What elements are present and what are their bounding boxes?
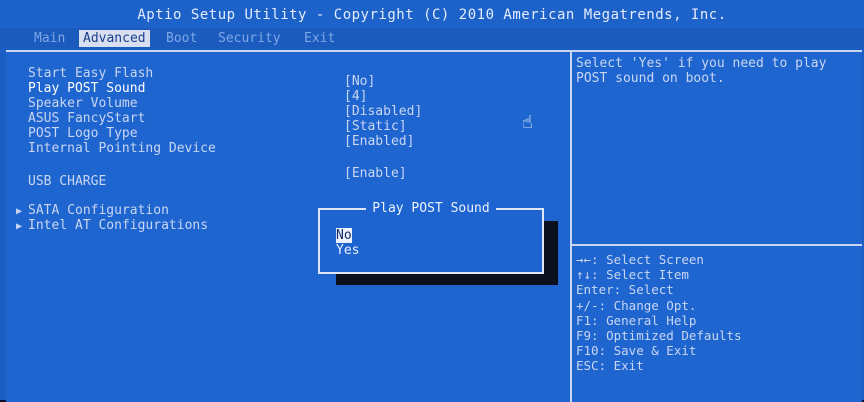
tab-main[interactable]: Main	[30, 30, 69, 47]
play-post-sound-dialog: Play POST Sound No Yes	[318, 201, 544, 274]
key-help-item: F9: Optimized Defaults	[576, 328, 742, 344]
tab-advanced[interactable]: Advanced	[79, 30, 150, 47]
tab-exit[interactable]: Exit	[300, 30, 339, 47]
submenu-intel-at-configurations[interactable]: ▶ Intel AT Configurations	[16, 218, 208, 233]
setting-label: POST Logo Type	[28, 126, 138, 141]
tab-security[interactable]: Security	[214, 30, 285, 47]
key-help-item: ESC: Exit	[576, 358, 644, 374]
key-help-item: →←: Select Screen	[576, 252, 704, 267]
dialog-title: Play POST Sound	[366, 201, 496, 216]
triangle-right-icon: ▶	[16, 221, 23, 232]
tab-boot[interactable]: Boot	[162, 30, 201, 47]
value-post-logo-type[interactable]: [Static]	[344, 119, 407, 134]
value-usb-charge[interactable]: [Enable]	[344, 166, 407, 181]
setting-start-easy-flash[interactable]: Start Easy Flash	[28, 66, 153, 81]
value-play-post-sound[interactable]: [No]	[344, 74, 375, 89]
key-help-list: →←: Select Screen ↑↓: Select Item Enter:…	[576, 252, 856, 374]
submenu-label: Intel AT Configurations	[28, 218, 209, 233]
option-no[interactable]: No	[336, 228, 352, 243]
key-help-item: F10: Save & Exit	[576, 343, 697, 359]
help-pane: Select 'Yes' if you need to play POST so…	[572, 52, 862, 402]
setting-internal-pointing-device[interactable]: Internal Pointing Device	[28, 141, 216, 156]
value-asus-fancystart[interactable]: [Disabled]	[344, 104, 422, 119]
dialog-title-wrap: Play POST Sound	[320, 201, 542, 216]
value-speaker-volume[interactable]: [4]	[344, 89, 367, 104]
setting-asus-fancystart[interactable]: ASUS FancyStart	[28, 111, 145, 126]
key-help-item: Enter: Select	[576, 282, 674, 298]
value-internal-pointing-device[interactable]: [Enabled]	[344, 134, 414, 149]
setting-post-logo-type[interactable]: POST Logo Type	[28, 126, 138, 141]
submenu-sata-configuration[interactable]: ▶ SATA Configuration	[16, 203, 169, 218]
bios-title: Aptio Setup Utility - Copyright (C) 2010…	[0, 0, 864, 30]
key-help-item: ↑↓: Select Item	[576, 267, 689, 283]
option-yes[interactable]: Yes	[336, 243, 359, 258]
key-help-item: F1: General Help	[576, 312, 697, 328]
triangle-right-icon: ▶	[16, 206, 23, 217]
key-help-item: +/-: Change Opt.	[576, 297, 697, 313]
setting-label: ASUS FancyStart	[28, 111, 146, 126]
submenu-label: SATA Configuration	[28, 203, 169, 218]
setting-play-post-sound[interactable]: Play POST Sound	[28, 81, 145, 96]
bios-screen: Aptio Setup Utility - Copyright (C) 2010…	[0, 0, 864, 402]
setting-label: Internal Pointing Device	[28, 141, 216, 156]
hand-cursor-icon: ☝	[522, 112, 533, 133]
setting-label: Speaker Volume	[28, 96, 138, 111]
help-text: Select 'Yes' if you need to play POST so…	[576, 56, 827, 86]
setting-usb-charge[interactable]: USB CHARGE	[28, 174, 106, 189]
setting-label: USB CHARGE	[28, 174, 107, 189]
setting-speaker-volume[interactable]: Speaker Volume	[28, 96, 138, 111]
help-divider	[572, 244, 862, 246]
setting-label: Play POST Sound	[28, 81, 146, 96]
setting-label: Start Easy Flash	[28, 66, 154, 81]
tab-bar: Main Advanced Boot Security Exit	[0, 28, 864, 48]
